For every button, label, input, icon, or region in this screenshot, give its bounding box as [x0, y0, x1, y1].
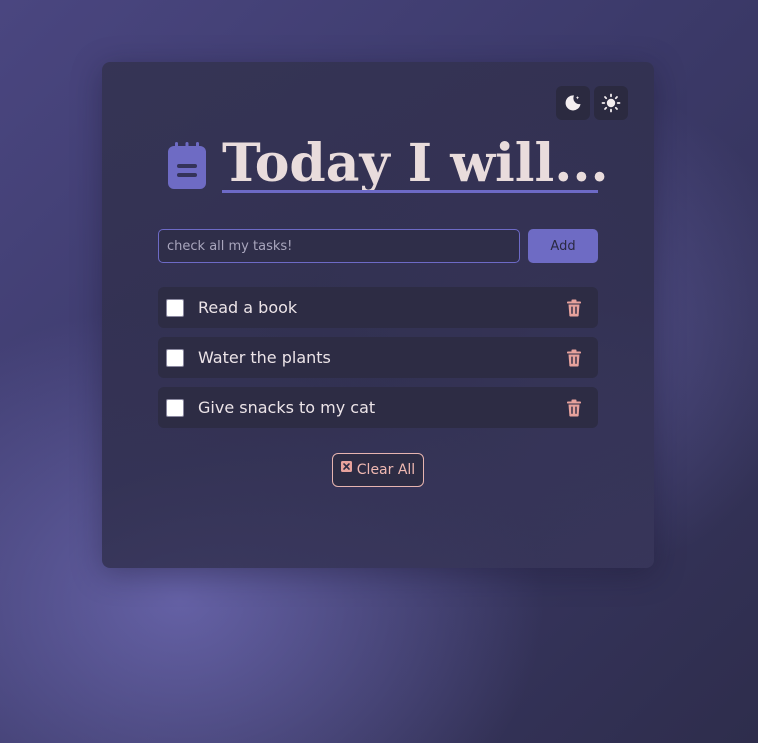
close-box-icon — [340, 461, 352, 472]
task-list: Read a book Water the plants Give snacks… — [158, 287, 598, 437]
task-item: Read a book — [158, 287, 598, 328]
task-checkbox[interactable] — [166, 349, 184, 367]
trash-icon[interactable] — [566, 349, 582, 367]
task-checkbox[interactable] — [166, 299, 184, 317]
notepad-icon — [168, 142, 206, 189]
light-mode-button[interactable] — [594, 86, 628, 120]
moon-icon — [565, 95, 581, 111]
sun-icon — [601, 93, 621, 113]
add-task-button[interactable]: Add — [528, 229, 598, 263]
page-header: Today I will... — [166, 133, 609, 198]
trash-icon[interactable] — [566, 399, 582, 417]
task-label: Read a book — [198, 298, 298, 317]
new-task-row: Add — [158, 229, 598, 263]
task-label: Give snacks to my cat — [198, 398, 376, 417]
task-item: Give snacks to my cat — [158, 387, 598, 428]
task-checkbox[interactable] — [166, 399, 184, 417]
page-title: Today I will... — [222, 133, 609, 194]
task-item: Water the plants — [158, 337, 598, 378]
clear-all-label: Clear All — [356, 462, 416, 478]
trash-icon[interactable] — [566, 299, 582, 317]
clear-all-button[interactable]: Clear All — [332, 453, 424, 487]
title-underline — [222, 190, 598, 193]
new-task-input[interactable] — [158, 229, 520, 263]
dark-mode-button[interactable] — [556, 86, 590, 120]
task-label: Water the plants — [198, 348, 331, 367]
todo-card: Today I will... Add Read a book Water th… — [102, 62, 654, 568]
